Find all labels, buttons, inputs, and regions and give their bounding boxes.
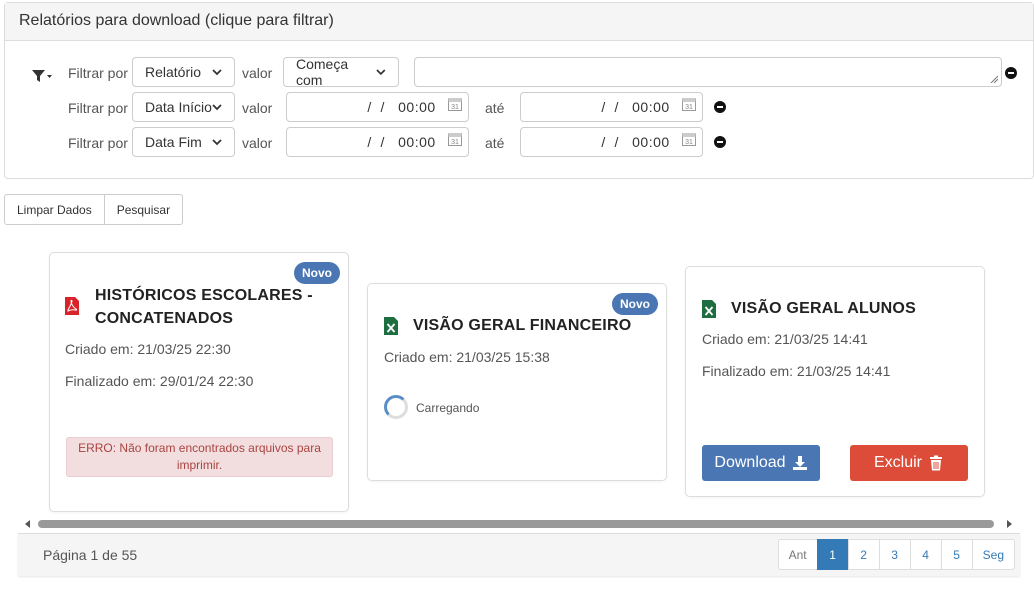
field-select-2[interactable]: Data Início: [132, 92, 235, 122]
download-button-label: Download: [714, 454, 786, 471]
remove-filter-button-1[interactable]: [1005, 67, 1017, 79]
page-button-5[interactable]: 5: [940, 539, 973, 570]
card-title-line-2: CONCATENADOS: [95, 310, 234, 327]
page-info: Página 1 de 55: [43, 547, 138, 563]
svg-text:31: 31: [685, 104, 693, 111]
end-date-from-input[interactable]: / / 00:00 31: [286, 127, 469, 157]
chevron-down-icon: [212, 69, 222, 76]
start-date-to-input[interactable]: / / 00:00 31: [520, 92, 703, 122]
field-select-3[interactable]: Data Fim: [132, 127, 235, 157]
pagination: Ant 1 2 3 4 5 Seg: [777, 539, 1015, 570]
filter-panel: Relatórios para download (clique para fi…: [4, 2, 1034, 179]
report-card-alunos: VISÃO GERAL ALUNOS Criado em: 21/03/25 1…: [685, 266, 985, 497]
calendar-icon[interactable]: 31: [448, 132, 462, 146]
filter-by-label-2: Filtrar por: [68, 100, 128, 116]
download-button[interactable]: Download: [702, 445, 820, 481]
page-button-4[interactable]: 4: [909, 539, 942, 570]
report-card-financeiro: Novo VISÃO GERAL FINANCEIRO Criado em: 2…: [367, 283, 667, 481]
pagination-footer: Página 1 de 55 Ant 1 2 3 4 5 Seg: [18, 533, 1020, 576]
filter-by-label-3: Filtrar por: [68, 135, 128, 151]
field-select-1[interactable]: Relatório: [132, 57, 235, 87]
start-date-from-input[interactable]: / / 00:00 31: [286, 92, 469, 122]
start-date-from-value: / / 00:00: [363, 99, 436, 115]
chevron-down-icon: [212, 139, 222, 146]
filter-icon: [32, 70, 52, 82]
new-badge: Novo: [294, 262, 340, 284]
action-button-group: Limpar Dados Pesquisar: [4, 194, 184, 225]
value-label-3: valor: [242, 135, 273, 151]
filter-text-input[interactable]: [414, 57, 1002, 87]
chevron-down-icon: [376, 69, 386, 76]
chevron-down-icon: [212, 104, 222, 111]
field-select-1-value: Relatório: [145, 64, 202, 80]
card-title-line-1: HISTÓRICOS ESCOLARES -: [95, 287, 313, 304]
loading-spinner-icon: [384, 395, 408, 419]
scrollbar-thumb[interactable]: [38, 520, 994, 528]
created-at: Criado em: 21/03/25 14:41: [702, 331, 868, 347]
resize-grip-icon[interactable]: [990, 75, 998, 83]
until-label-3: até: [485, 135, 505, 151]
clear-data-button[interactable]: Limpar Dados: [4, 194, 105, 225]
end-date-from-value: / / 00:00: [363, 134, 436, 150]
card-title: HISTÓRICOS ESCOLARES - CONCATENADOS: [95, 284, 313, 330]
svg-text:31: 31: [685, 139, 693, 146]
search-button[interactable]: Pesquisar: [104, 194, 184, 225]
remove-filter-button-2[interactable]: [714, 101, 726, 113]
created-at: Criado em: 21/03/25 22:30: [65, 341, 231, 357]
end-date-to-input[interactable]: / / 00:00 31: [520, 127, 703, 157]
pdf-icon: [65, 297, 79, 315]
field-select-3-value: Data Fim: [145, 134, 202, 150]
field-select-2-value: Data Início: [145, 99, 212, 115]
report-card-historicos: Novo HISTÓRICOS ESCOLARES - CONCATENADOS…: [49, 252, 349, 512]
page-button-3[interactable]: 3: [878, 539, 911, 570]
until-label-2: até: [485, 100, 505, 116]
value-label-1: valor: [242, 65, 273, 81]
excel-icon: [384, 317, 398, 335]
card-title: VISÃO GERAL FINANCEIRO: [413, 317, 632, 334]
calendar-icon[interactable]: 31: [682, 97, 696, 111]
finished-at: Finalizado em: 29/01/24 22:30: [65, 373, 254, 389]
trash-icon: [930, 455, 942, 471]
loading-text: Carregando: [416, 401, 480, 415]
new-badge: Novo: [612, 293, 658, 315]
calendar-icon[interactable]: 31: [448, 97, 462, 111]
prev-page-button[interactable]: Ant: [777, 539, 818, 570]
horizontal-scrollbar[interactable]: [18, 517, 1018, 531]
svg-text:31: 31: [451, 104, 459, 111]
delete-button[interactable]: Excluir: [850, 445, 968, 481]
remove-filter-button-3[interactable]: [714, 136, 726, 148]
scroll-right-icon[interactable]: [1007, 520, 1012, 528]
scroll-left-icon[interactable]: [25, 520, 30, 528]
operator-select-value: Começa com: [296, 56, 349, 88]
page-button-1[interactable]: 1: [816, 539, 849, 570]
finished-at: Finalizado em: 21/03/25 14:41: [702, 363, 891, 379]
value-label-2: valor: [242, 100, 273, 116]
next-page-button[interactable]: Seg: [971, 539, 1015, 570]
download-icon: [792, 456, 807, 470]
filter-by-label-1: Filtrar por: [68, 65, 128, 81]
page-button-2[interactable]: 2: [847, 539, 880, 570]
calendar-icon[interactable]: 31: [682, 132, 696, 146]
panel-title[interactable]: Relatórios para download (clique para fi…: [5, 3, 1033, 41]
card-title: VISÃO GERAL ALUNOS: [731, 300, 916, 317]
created-at: Criado em: 21/03/25 15:38: [384, 349, 550, 365]
operator-select[interactable]: Começa com: [283, 56, 399, 88]
svg-text:31: 31: [451, 139, 459, 146]
end-date-to-value: / / 00:00: [597, 134, 670, 150]
excel-icon: [702, 300, 716, 318]
start-date-to-value: / / 00:00: [597, 99, 670, 115]
delete-button-label: Excluir: [873, 454, 922, 471]
error-alert: ERRO: Não foram encontrados arquivos par…: [66, 437, 333, 477]
